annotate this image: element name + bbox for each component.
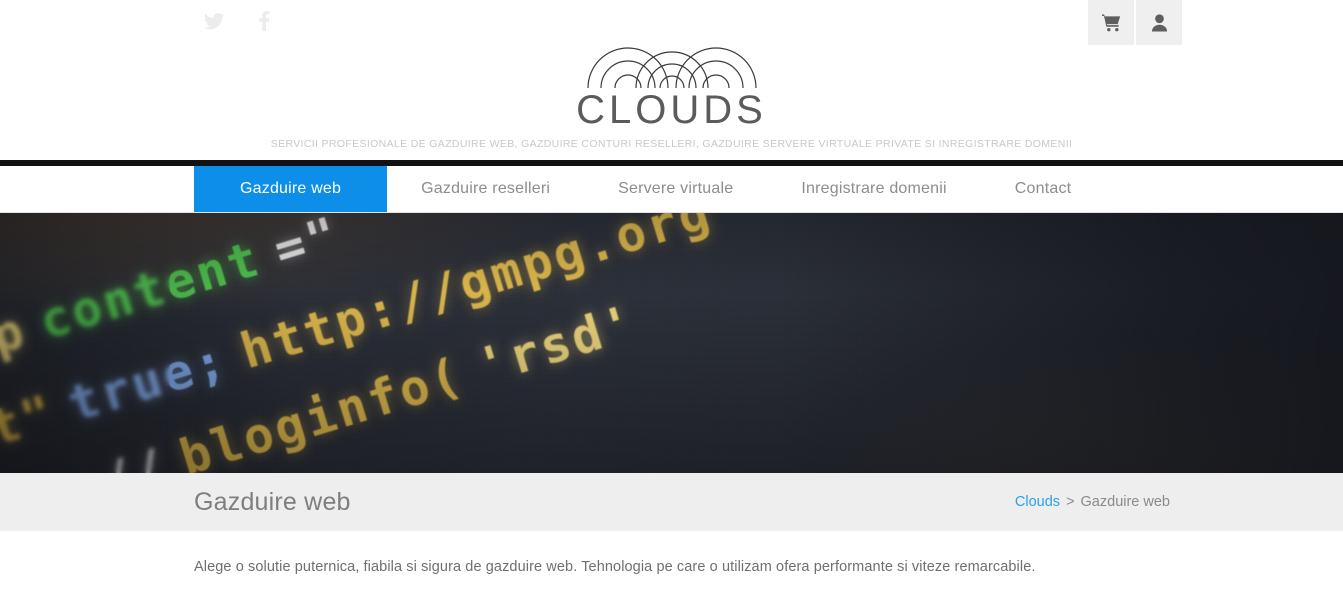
intro-paragraph: Alege o solutie puternica, fiabila si si…: [194, 559, 1036, 575]
breadcrumb: Clouds > Gazduire web: [1015, 494, 1170, 510]
breadcrumb-home-link[interactable]: Clouds: [1015, 494, 1060, 510]
nav-item-contact[interactable]: Contact: [981, 166, 1106, 212]
site-header: CLOUDS SERVICII PROFESIONALE DE GAZDUIRE…: [0, 0, 1343, 160]
cloud-arcs-logo-icon: [584, 12, 760, 88]
nav-item-inregistrare-domenii[interactable]: Inregistrare domenii: [767, 166, 980, 212]
hero-photo-code-screen: charset="<?phpcontent=" name="viewport"t…: [0, 213, 1343, 473]
breadcrumb-separator: >: [1066, 494, 1075, 510]
nav-item-gazduire-web[interactable]: Gazduire web: [194, 166, 388, 212]
page-title: Gazduire web: [194, 487, 351, 516]
hero-code-text: charset="<?phpcontent=" name="viewport"t…: [0, 213, 719, 473]
page-root: CLOUDS SERVICII PROFESIONALE DE GAZDUIRE…: [0, 0, 1343, 602]
site-logo[interactable]: CLOUDS: [0, 12, 1343, 130]
site-tagline: SERVICII PROFESIONALE DE GAZDUIRE WEB, G…: [270, 138, 1073, 150]
logo-wordmark: CLOUDS: [576, 88, 767, 132]
hero-banner: charset="<?phpcontent=" name="viewport"t…: [0, 213, 1343, 473]
main-navigation: Gazduire web Gazduire reselleri Servere …: [0, 166, 1343, 213]
nav-item-gazduire-reselleri[interactable]: Gazduire reselleri: [387, 166, 584, 212]
page-titlebar: Gazduire web Clouds > Gazduire web: [0, 473, 1343, 531]
nav-item-servere-virtuale[interactable]: Servere virtuale: [584, 166, 767, 212]
page-content: Alege o solutie puternica, fiabila si si…: [0, 531, 1343, 579]
breadcrumb-current: Gazduire web: [1080, 494, 1170, 510]
